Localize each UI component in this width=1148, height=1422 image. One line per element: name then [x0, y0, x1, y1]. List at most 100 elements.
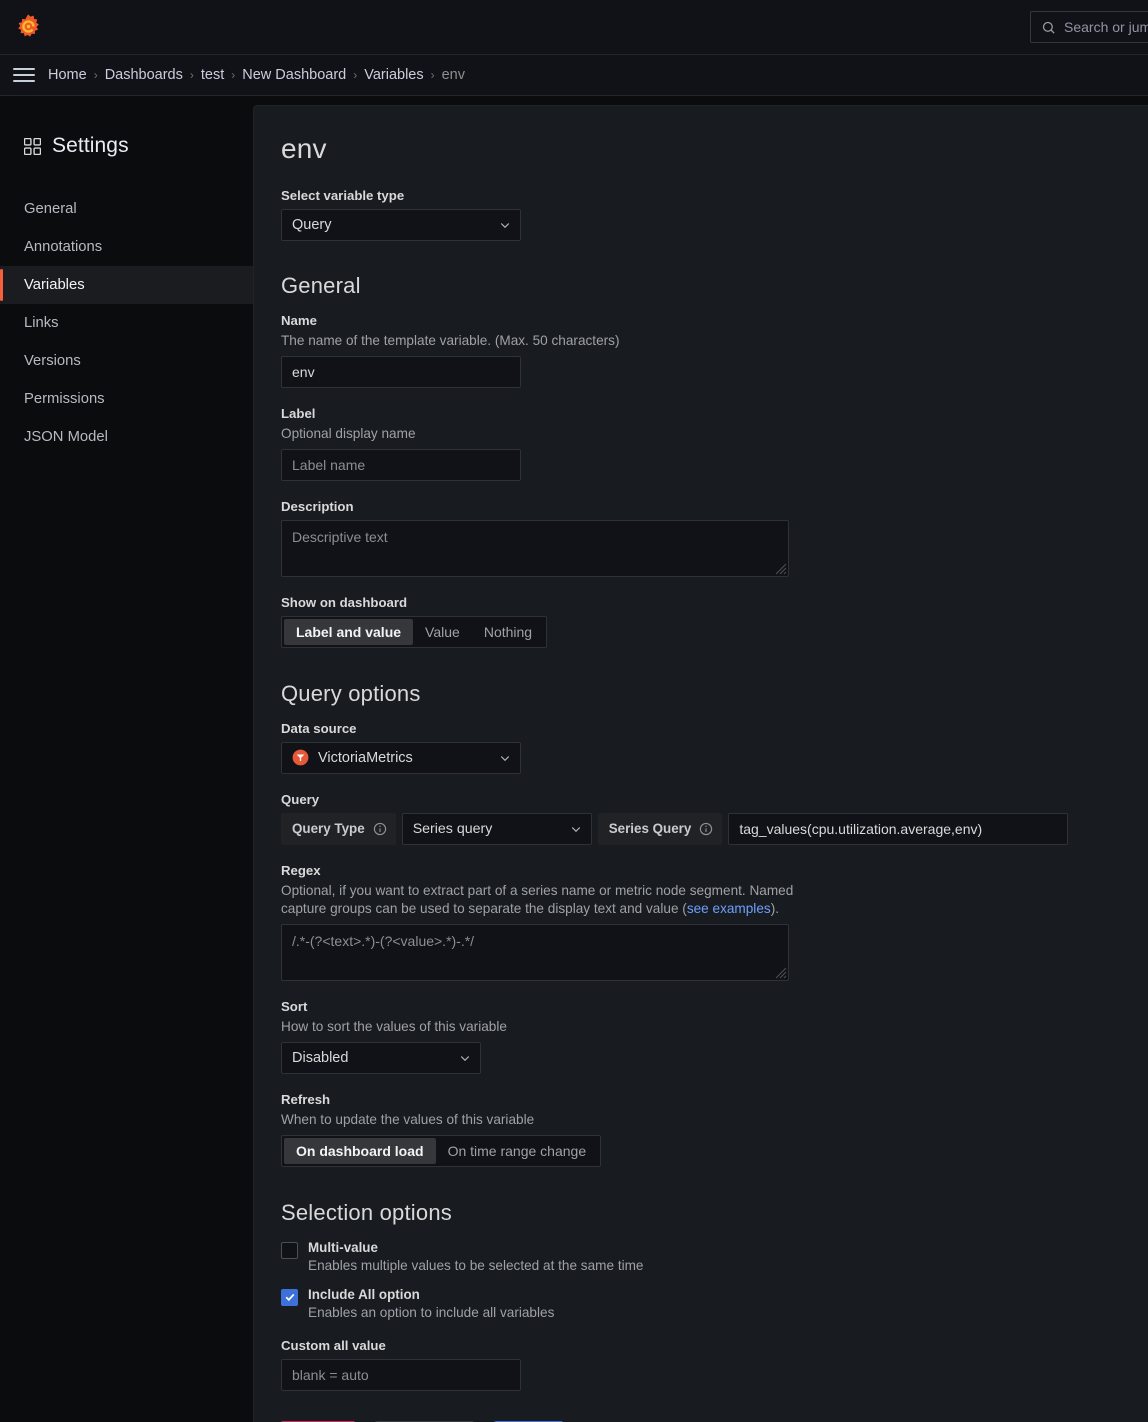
- series-query-label-text: Series Query: [608, 821, 692, 837]
- sidebar-item-versions[interactable]: Versions: [0, 342, 253, 380]
- sort-label: Sort: [281, 998, 308, 1014]
- chevron-down-icon: [460, 1055, 470, 1061]
- query-type-select[interactable]: Series query: [401, 812, 592, 845]
- sidebar-item-label: General: [24, 201, 77, 217]
- breadcrumb-bar: Home › Dashboards › test › New Dashboard…: [0, 55, 1148, 96]
- series-query-value: tag_values(cpu.utilization.average,env): [739, 820, 983, 837]
- description-textarea-placeholder: Descriptive text: [292, 528, 388, 545]
- data-source-label: Data source: [281, 720, 357, 736]
- search-placeholder-text: Search or jump to...: [1064, 19, 1148, 35]
- breadcrumb-item-home[interactable]: Home: [48, 67, 87, 83]
- hamburger-line: [13, 80, 35, 82]
- breadcrumb-item-dashboards[interactable]: Dashboards: [105, 67, 183, 83]
- breadcrumb-separator: ›: [231, 68, 236, 82]
- search-input[interactable]: Search or jump to...: [1030, 11, 1148, 43]
- multi-value-description: Enables multiple values to be selected a…: [308, 1257, 644, 1273]
- resize-grip-icon[interactable]: [771, 559, 787, 575]
- sidebar-item-links[interactable]: Links: [0, 304, 253, 342]
- breadcrumb-item-test[interactable]: test: [201, 67, 224, 83]
- sidebar-item-json-model[interactable]: JSON Model: [0, 418, 253, 456]
- resize-grip-icon[interactable]: [771, 963, 787, 979]
- sidebar-item-permissions[interactable]: Permissions: [0, 380, 253, 418]
- include-all-description: Enables an option to include all variabl…: [308, 1304, 555, 1320]
- include-all-row: Include All option Enables an option to …: [281, 1287, 1148, 1320]
- radio-label: Value: [425, 623, 460, 640]
- show-option-nothing[interactable]: Nothing: [472, 619, 544, 645]
- search-icon: [1042, 21, 1055, 34]
- custom-all-value-input[interactable]: blank = auto: [281, 1358, 521, 1391]
- regex-description-tail: ).: [770, 900, 779, 916]
- checkmark-icon: [285, 1293, 294, 1302]
- label-field-label: Label: [281, 405, 316, 421]
- sidebar-item-annotations[interactable]: Annotations: [0, 228, 253, 266]
- query-label: Query: [281, 791, 320, 807]
- page-body: Settings General Annotations Variables L…: [0, 96, 1148, 1422]
- data-source-picker[interactable]: VictoriaMetrics: [281, 741, 521, 774]
- series-query-label-segment: Series Query: [597, 812, 723, 845]
- grid-apps-icon: [24, 137, 41, 155]
- label-field-description: Optional display name: [281, 425, 416, 441]
- description-textarea[interactable]: Descriptive text: [281, 519, 789, 577]
- menu-toggle-button[interactable]: [13, 64, 35, 86]
- see-examples-link[interactable]: see examples: [687, 901, 771, 916]
- refresh-label: Refresh: [281, 1091, 331, 1107]
- grafana-logo-button[interactable]: [0, 0, 56, 55]
- multi-value-row: Multi-value Enables multiple values to b…: [281, 1240, 1148, 1273]
- query-options-heading: Query options: [281, 680, 421, 706]
- sidebar-item-label: JSON Model: [24, 429, 108, 445]
- sidebar-menu: General Annotations Variables Links Vers…: [0, 190, 253, 456]
- name-field-label: Name: [281, 313, 317, 328]
- sidebar-item-label: Permissions: [24, 391, 105, 407]
- chevron-down-icon: [500, 223, 510, 229]
- refresh-description: When to update the values of this variab…: [281, 1111, 535, 1127]
- sidebar-item-label: Links: [24, 315, 59, 331]
- show-option-value[interactable]: Value: [413, 619, 472, 645]
- name-field-description: The name of the template variable. (Max.…: [281, 333, 620, 348]
- variable-type-label: Select variable type: [281, 188, 405, 203]
- show-on-dashboard-label: Show on dashboard: [281, 594, 408, 610]
- label-input[interactable]: Label name: [281, 448, 521, 481]
- breadcrumb-item-env: env: [441, 67, 465, 83]
- refresh-option-time-range-change[interactable]: On time range change: [436, 1138, 599, 1164]
- query-row: Query Type Series query Series Query tag…: [281, 812, 1148, 845]
- sort-select[interactable]: Disabled: [281, 1041, 481, 1074]
- breadcrumb-item-variables[interactable]: Variables: [364, 67, 423, 83]
- breadcrumb-separator: ›: [189, 68, 194, 82]
- include-all-label: Include All option: [308, 1286, 420, 1302]
- breadcrumb-separator: ›: [353, 68, 358, 82]
- data-source-value: VictoriaMetrics: [318, 749, 413, 766]
- settings-sidebar: Settings General Annotations Variables L…: [0, 96, 253, 1422]
- name-input-value: env: [292, 363, 315, 380]
- include-all-checkbox[interactable]: [281, 1288, 298, 1306]
- chevron-down-icon: [571, 826, 580, 832]
- sidebar-item-label: Annotations: [24, 239, 103, 255]
- radio-label: On time range change: [447, 1142, 587, 1159]
- sidebar-item-variables[interactable]: Variables: [0, 266, 253, 304]
- multi-value-checkbox[interactable]: [281, 1241, 298, 1259]
- query-type-label-segment: Query Type: [281, 812, 396, 845]
- variable-type-select[interactable]: Query: [281, 209, 521, 241]
- hamburger-line: [13, 74, 35, 76]
- query-type-label-text: Query Type: [292, 821, 365, 837]
- breadcrumb-separator: ›: [93, 68, 98, 82]
- refresh-option-dashboard-load[interactable]: On dashboard load: [284, 1137, 436, 1164]
- regex-textarea[interactable]: /.*-(?<text>.*)-(?<value>.*)-.*/: [281, 923, 789, 981]
- breadcrumb-item-new-dashboard[interactable]: New Dashboard: [242, 67, 346, 83]
- custom-all-value-label: Custom all value: [281, 1337, 386, 1353]
- refresh-radio-group: On dashboard load On time range change: [281, 1134, 602, 1167]
- info-circle-icon[interactable]: [373, 822, 387, 836]
- show-option-label-and-value[interactable]: Label and value: [284, 618, 414, 645]
- breadcrumb-separator: ›: [430, 68, 435, 82]
- radio-label: Nothing: [483, 623, 533, 640]
- sidebar-title: Settings: [0, 96, 253, 158]
- show-on-dashboard-radio-group: Label and value Value Nothing: [281, 615, 548, 648]
- custom-all-value-placeholder: blank = auto: [292, 1366, 369, 1383]
- radio-label: Label and value: [296, 623, 402, 640]
- sort-description: How to sort the values of this variable: [281, 1018, 507, 1034]
- sort-value: Disabled: [292, 1049, 349, 1066]
- sidebar-item-general[interactable]: General: [0, 190, 253, 228]
- regex-placeholder: /.*-(?<text>.*)-(?<value>.*)-.*/: [292, 932, 475, 949]
- name-input[interactable]: env: [281, 355, 521, 388]
- series-query-input[interactable]: tag_values(cpu.utilization.average,env): [728, 812, 1069, 845]
- info-circle-icon[interactable]: [699, 822, 713, 836]
